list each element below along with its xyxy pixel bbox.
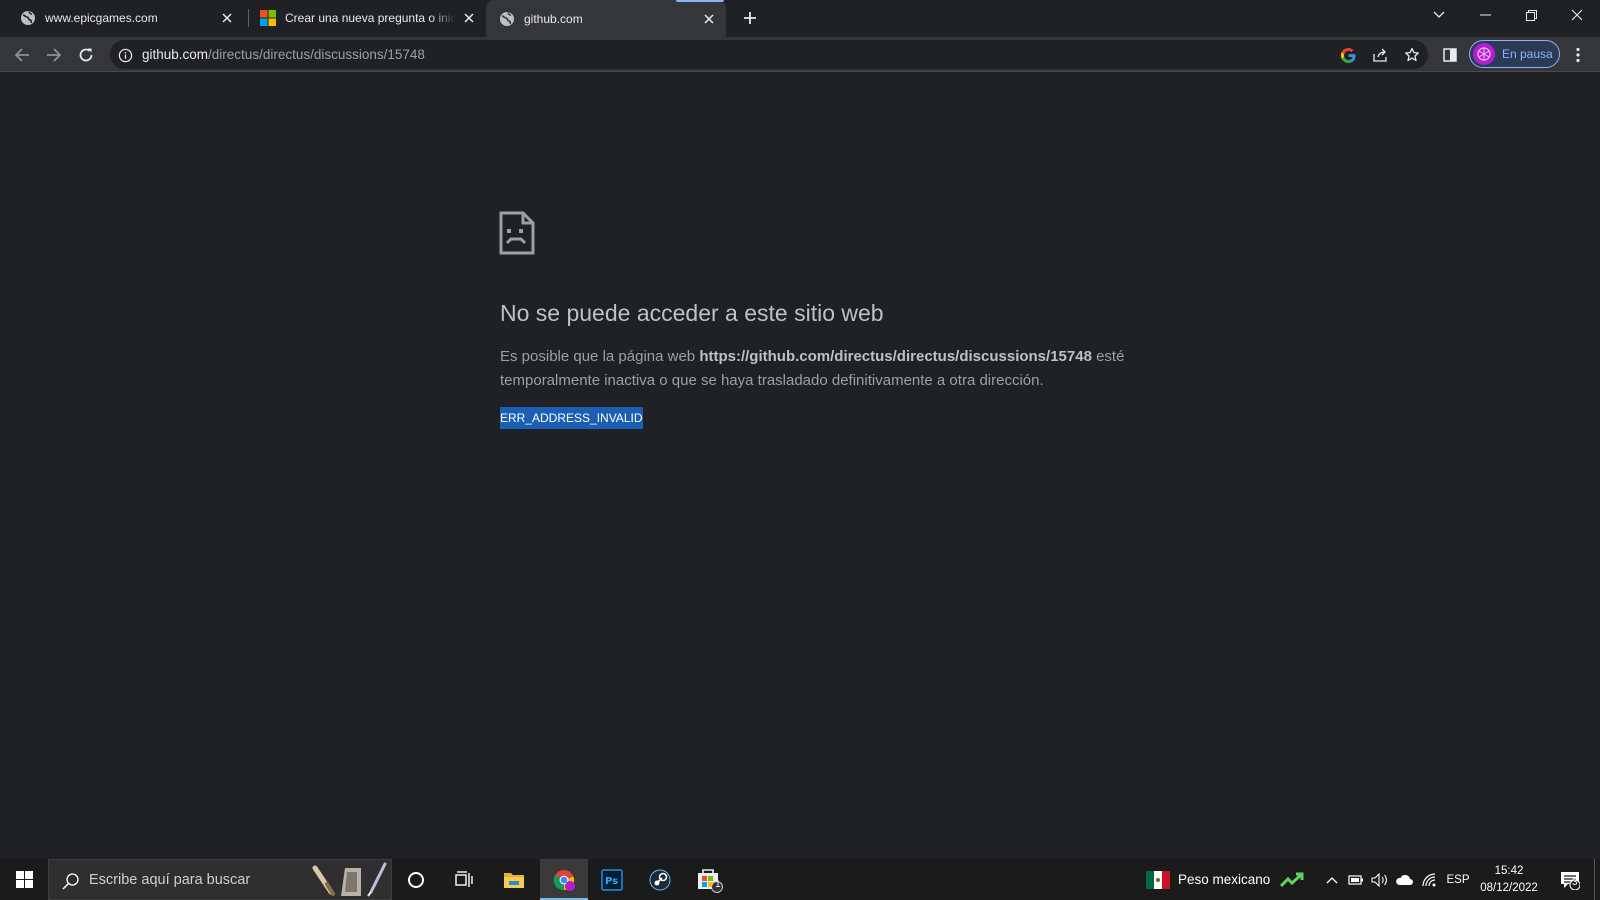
- folder-icon: [504, 872, 524, 888]
- arrow-left-icon: [14, 48, 29, 62]
- more-vert-icon: [1576, 47, 1580, 63]
- microsoft-logo-icon: [260, 10, 276, 26]
- error-title: No se puede acceder a este sitio web: [500, 300, 884, 326]
- browser-menu-button[interactable]: [1564, 41, 1592, 69]
- url-path: /directus/directus/discussions/15748: [208, 47, 425, 62]
- tab-title: Crear una nueva pregunta o iniciar una d…: [285, 11, 456, 25]
- search-icon: [62, 873, 79, 890]
- arrow-right-icon: [47, 48, 62, 62]
- input-language[interactable]: ESP: [1444, 859, 1472, 900]
- search-highlight-illustration: [312, 862, 387, 897]
- google-lens-icon[interactable]: [1338, 45, 1358, 65]
- tab-divider: [248, 9, 249, 27]
- close-window-button[interactable]: [1554, 0, 1600, 30]
- minimize-icon: [1479, 14, 1491, 16]
- globe-icon: [500, 11, 514, 26]
- notification-count: 3: [1572, 877, 1578, 888]
- sad-document-icon: [499, 211, 535, 255]
- avatar: [1473, 43, 1495, 65]
- clock-time: 15:42: [1494, 865, 1524, 877]
- steam-icon: [649, 869, 671, 890]
- url-host: github.com: [142, 47, 209, 62]
- back-button[interactable]: [8, 41, 36, 69]
- globe-icon: [21, 11, 35, 25]
- task-view-icon: [455, 870, 473, 887]
- show-hidden-icons-button[interactable]: [1322, 859, 1342, 900]
- tab-search-button[interactable]: [1416, 0, 1462, 30]
- start-button[interactable]: [0, 859, 48, 900]
- close-tab-icon[interactable]: [700, 10, 718, 28]
- bookmark-star-icon[interactable]: [1402, 45, 1422, 65]
- taskbar-microsoft-store[interactable]: 1: [686, 859, 734, 900]
- action-center-button[interactable]: 3: [1550, 859, 1590, 900]
- system-clock[interactable]: 15:42 08/12/2022: [1474, 863, 1544, 897]
- windows-taskbar: Escribe aquí para buscar Ps 1 Peso mexic…: [0, 859, 1600, 900]
- volume-icon[interactable]: [1370, 859, 1390, 900]
- close-icon: [1571, 9, 1583, 21]
- search-placeholder: Escribe aquí para buscar: [89, 872, 251, 888]
- taskbar-chrome[interactable]: [540, 859, 588, 900]
- minimize-button[interactable]: [1462, 0, 1508, 30]
- new-tab-button[interactable]: [738, 6, 762, 30]
- site-info-icon[interactable]: [116, 46, 134, 64]
- tab-title: github.com: [524, 11, 583, 26]
- store-badge: 1: [715, 879, 721, 890]
- taskbar-file-explorer[interactable]: [490, 859, 538, 900]
- share-icon[interactable]: [1370, 45, 1390, 65]
- svg-text:Ps: Ps: [605, 876, 618, 887]
- tab-github[interactable]: github.com: [486, 0, 726, 37]
- onedrive-cloud-icon[interactable]: [1394, 859, 1414, 900]
- mexico-flag-icon: [1146, 870, 1170, 889]
- address-bar[interactable]: github.com/directus/directus/discussions…: [110, 40, 1428, 69]
- news-widget-label: Peso mexicano: [1178, 872, 1271, 887]
- profile-status: En pausa: [1502, 47, 1553, 61]
- photoshop-icon: Ps: [601, 868, 623, 891]
- error-description: Es posible que la página web https://git…: [500, 345, 1140, 393]
- restore-icon: [1525, 9, 1537, 21]
- tab-microsoft-question[interactable]: Crear una nueva pregunta o iniciar una d…: [250, 0, 486, 36]
- forward-button[interactable]: [40, 41, 68, 69]
- page-content: No se puede acceder a este sitio web Es …: [0, 72, 1600, 859]
- tab-epicgames[interactable]: www.epicgames.com: [0, 0, 244, 36]
- clock-date: 08/12/2022: [1480, 882, 1538, 894]
- windows-logo-icon: [15, 871, 33, 888]
- url-text[interactable]: github.com/directus/directus/discussions…: [142, 47, 425, 62]
- tab-title: www.epicgames.com: [45, 11, 158, 25]
- trend-up-icon: [1280, 872, 1304, 887]
- task-view-button[interactable]: [440, 859, 488, 900]
- wifi-icon[interactable]: [1418, 859, 1440, 900]
- show-desktop-button[interactable]: [1594, 859, 1600, 900]
- taskbar-search-box[interactable]: Escribe aquí para buscar: [48, 859, 392, 900]
- restore-button[interactable]: [1508, 0, 1554, 30]
- cortana-button[interactable]: [392, 859, 440, 900]
- side-panel-button[interactable]: [1436, 41, 1464, 69]
- error-desc-prefix: Es posible que la página web: [500, 348, 700, 365]
- taskbar-steam[interactable]: [636, 859, 684, 900]
- error-code[interactable]: ERR_ADDRESS_INVALID: [500, 407, 643, 429]
- taskbar-photoshop[interactable]: Ps: [588, 859, 636, 900]
- profile-button[interactable]: En pausa: [1469, 40, 1560, 68]
- browser-toolbar: github.com/directus/directus/discussions…: [0, 37, 1600, 72]
- close-tab-icon[interactable]: [218, 9, 236, 27]
- reload-icon: [79, 48, 93, 62]
- chrome-icon: [553, 869, 575, 891]
- close-tab-icon[interactable]: [460, 9, 478, 27]
- cortana-circle-icon: [408, 871, 424, 888]
- tab-strip: www.epicgames.com Crear una nueva pregun…: [0, 0, 1600, 37]
- side-panel-icon: [1443, 48, 1457, 62]
- chevron-down-icon: [1433, 11, 1445, 18]
- news-widget[interactable]: Peso mexicano: [1146, 859, 1304, 900]
- chevron-up-icon: [1326, 876, 1338, 883]
- reload-button[interactable]: [72, 41, 100, 69]
- error-url: https://github.com/directus/directus/dis…: [699, 348, 1092, 365]
- battery-icon[interactable]: [1346, 859, 1366, 900]
